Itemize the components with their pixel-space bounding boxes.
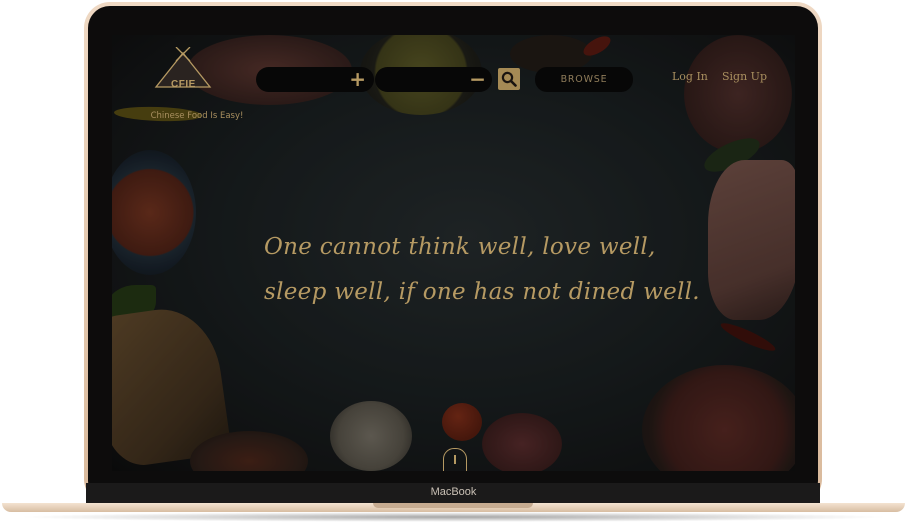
tagline: Chinese Food Is Easy! — [150, 111, 244, 121]
minus-icon[interactable]: − — [469, 65, 486, 93]
scroll-mouse-icon[interactable] — [443, 448, 467, 471]
search-button[interactable] — [498, 68, 520, 90]
browser-viewport: CFIE Chinese Food Is Easy! + − BROWSE Lo… — [112, 35, 795, 471]
quote-line: One cannot think well, love well, — [264, 234, 656, 260]
device-brand-label: MacBook — [430, 486, 477, 498]
login-link[interactable]: Log In — [672, 70, 708, 83]
search-icon — [501, 71, 517, 87]
exclude-ingredient-input[interactable]: − — [375, 67, 492, 92]
laptop-base-notch — [373, 503, 533, 508]
signup-link[interactable]: Sign Up — [722, 70, 767, 83]
quote-line: sleep well, if one has not dined well. — [264, 279, 700, 305]
laptop-shadow — [16, 512, 891, 522]
browse-button[interactable]: BROWSE — [535, 67, 633, 92]
hero-quote: One cannot think well, love well, sleep … — [264, 225, 700, 315]
site-logo[interactable]: CFIE Chinese Food Is Easy! — [124, 47, 249, 121]
scroll-wheel — [454, 455, 456, 464]
include-ingredient-input[interactable]: + — [256, 67, 374, 92]
plus-icon[interactable]: + — [349, 65, 366, 93]
logo-text: CFIE — [171, 79, 196, 90]
